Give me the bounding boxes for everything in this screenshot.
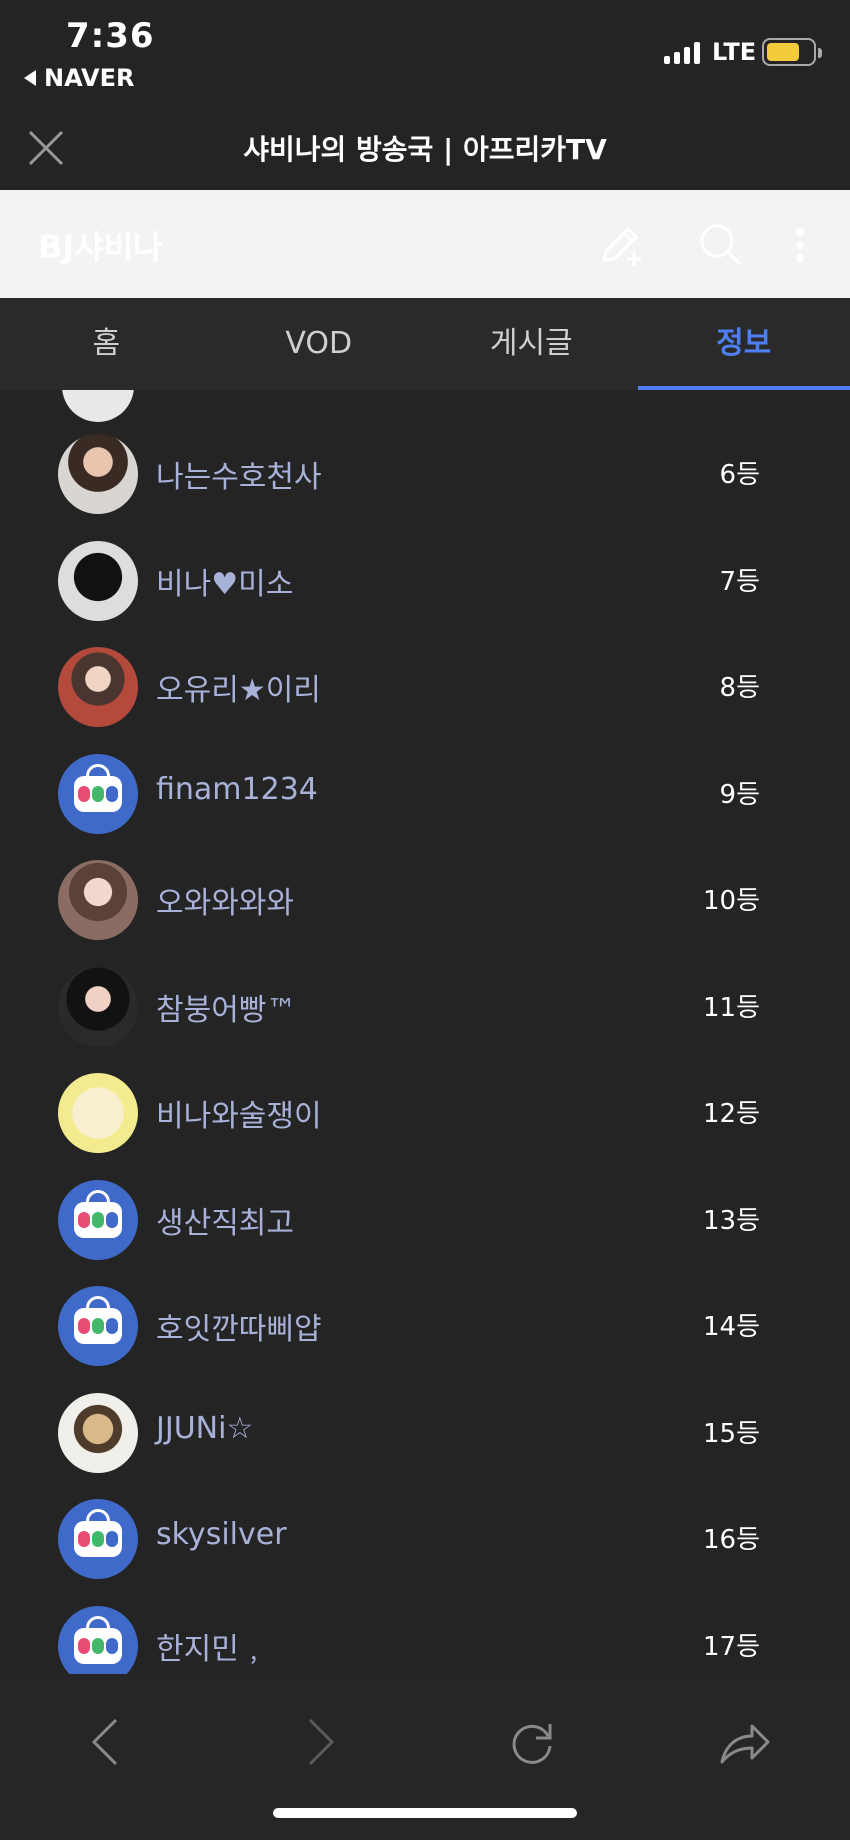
status-bar: 7:36 NAVER LTE xyxy=(0,0,850,110)
member-rank: 7등 xyxy=(719,566,760,597)
status-time: 7:36 xyxy=(66,16,155,56)
home-indicator xyxy=(273,1808,577,1818)
member-name: finam1234 xyxy=(156,771,318,807)
member-name: 오유리★이리 xyxy=(156,673,321,708)
afreeca-default-avatar-icon xyxy=(58,1605,138,1674)
member-rank: 14등 xyxy=(702,1312,760,1342)
member-rank: 15등 xyxy=(702,1418,760,1449)
reload-icon[interactable] xyxy=(504,1714,560,1770)
back-triangle-icon xyxy=(24,70,36,86)
list-item[interactable]: 호잇깐따삐얍 14등 xyxy=(0,1286,850,1392)
member-rank: 8등 xyxy=(719,673,760,703)
list-item[interactable]: 생산직최고 13등 xyxy=(0,1179,850,1286)
avatar xyxy=(58,434,138,514)
back-to-app-button[interactable]: NAVER xyxy=(24,64,134,92)
member-name: 비나와술쟁이 xyxy=(156,1099,322,1134)
list-item[interactable]: finam1234 9등 xyxy=(0,753,850,860)
list-item[interactable]: 오와와와와 10등 xyxy=(0,860,850,966)
member-name: 한지민﹐ xyxy=(156,1631,269,1667)
browser-title-bar: 샤비나의 방송국 | 아프리카TV xyxy=(0,110,850,190)
edit-add-icon[interactable] xyxy=(596,220,646,270)
member-name: 오와와와와 xyxy=(156,886,294,921)
list-item[interactable]: 비나와술쟁이 12등 xyxy=(0,1073,850,1179)
list-item[interactable]: 참붕어빵™ 11등 xyxy=(0,966,850,1073)
list-item[interactable]: JJUNi☆ 15등 xyxy=(0,1392,850,1499)
list-item[interactable]: 나는수호천사 6등 xyxy=(0,434,850,540)
avatar xyxy=(58,1073,138,1153)
search-icon[interactable] xyxy=(696,220,746,270)
back-app-label: NAVER xyxy=(44,64,135,92)
afreeca-default-avatar-icon xyxy=(58,1179,138,1260)
list-item[interactable]: 한지민﹐ 17등 xyxy=(0,1605,850,1674)
member-name: 나는수호천사 xyxy=(156,460,322,495)
member-rank: 12등 xyxy=(702,1099,760,1129)
list-item[interactable]: skysilver 16등 xyxy=(0,1499,850,1605)
tab-info[interactable]: 정보 xyxy=(637,298,850,390)
tab-posts[interactable]: 게시글 xyxy=(425,298,638,390)
tab-home[interactable]: 홈 xyxy=(0,298,213,390)
more-vert-icon[interactable] xyxy=(774,220,824,270)
page-title: 샤비나의 방송국 | 아프리카TV xyxy=(243,133,607,166)
avatar xyxy=(58,966,138,1047)
afreeca-default-avatar-icon xyxy=(58,1499,138,1579)
list-item[interactable]: 오유리★이리 8등 xyxy=(0,647,850,753)
member-rank: 6등 xyxy=(719,460,760,490)
signal-strength-icon xyxy=(664,40,700,64)
network-type: LTE xyxy=(712,38,757,66)
member-rank: 11등 xyxy=(702,992,760,1023)
avatar xyxy=(58,540,138,621)
forward-arrow-icon[interactable] xyxy=(290,1714,346,1770)
site-header: BJ샤비나 xyxy=(0,190,850,298)
tab-vod[interactable]: VOD xyxy=(213,298,426,390)
member-rank: 10등 xyxy=(702,886,760,916)
avatar xyxy=(58,860,138,940)
member-name: 생산직최고 xyxy=(156,1205,294,1241)
tab-bar: 홈 VOD 게시글 정보 xyxy=(0,298,850,390)
list-item[interactable]: 비나♥미소 7등 xyxy=(0,540,850,647)
battery-icon xyxy=(762,38,822,66)
member-name: 비나♥미소 xyxy=(156,566,294,602)
back-arrow-icon[interactable] xyxy=(80,1714,136,1770)
member-name: 호잇깐따삐얍 xyxy=(156,1312,322,1347)
avatar xyxy=(58,1392,138,1473)
member-rank: 13등 xyxy=(702,1205,760,1236)
share-icon[interactable] xyxy=(716,1714,772,1770)
ranking-list[interactable]: 나는수호천사 6등비나♥미소 7등오유리★이리 8등 finam1234 9등오와와와와 1… xyxy=(0,390,850,1674)
avatar xyxy=(58,647,138,727)
site-title: BJ샤비나 xyxy=(38,228,163,266)
member-name: JJUNi☆ xyxy=(156,1410,254,1446)
afreeca-default-avatar-icon xyxy=(58,1286,138,1366)
afreeca-default-avatar-icon xyxy=(58,753,138,834)
member-rank: 16등 xyxy=(702,1525,760,1555)
member-rank: 9등 xyxy=(719,779,760,810)
member-rank: 17등 xyxy=(702,1631,760,1662)
member-name: skysilver xyxy=(156,1517,287,1552)
avatar xyxy=(62,390,134,422)
member-name: 참붕어빵™ xyxy=(156,992,297,1028)
